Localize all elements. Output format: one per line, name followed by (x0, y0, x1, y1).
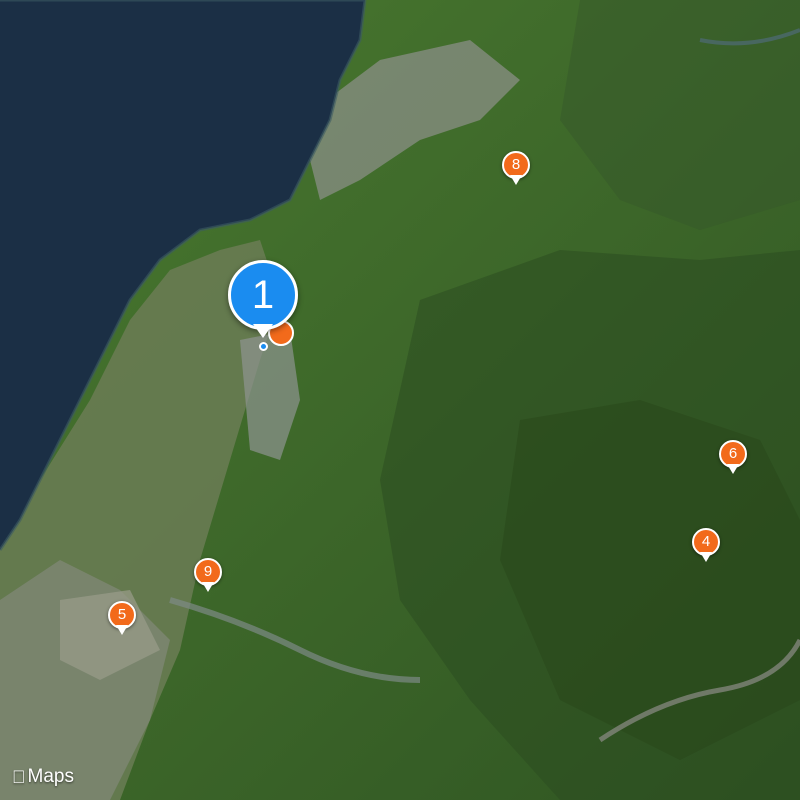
marker-label: 9 (203, 563, 213, 580)
marker-label: 6 (728, 445, 738, 462)
marker-label: 4 (701, 533, 711, 550)
selected-map-marker-1[interactable]: 1 (228, 260, 302, 350)
map-view[interactable]: 8 6 4 9 5 1  Maps (0, 0, 800, 800)
location-dot-icon (259, 342, 268, 351)
map-marker-4[interactable]: 4 (692, 528, 720, 564)
attribution-text: Maps (14, 766, 74, 787)
map-marker-6[interactable]: 6 (719, 440, 747, 476)
apple-logo-icon:  (12, 767, 26, 788)
map-marker-9[interactable]: 9 (194, 558, 222, 594)
satellite-terrain (0, 0, 800, 800)
maps-attribution[interactable]:  Maps (12, 766, 74, 788)
selected-marker-label: 1 (251, 273, 275, 317)
map-marker-8[interactable]: 8 (502, 151, 530, 187)
marker-label: 8 (511, 156, 521, 173)
map-marker-5[interactable]: 5 (108, 601, 136, 637)
marker-label: 5 (117, 606, 127, 623)
